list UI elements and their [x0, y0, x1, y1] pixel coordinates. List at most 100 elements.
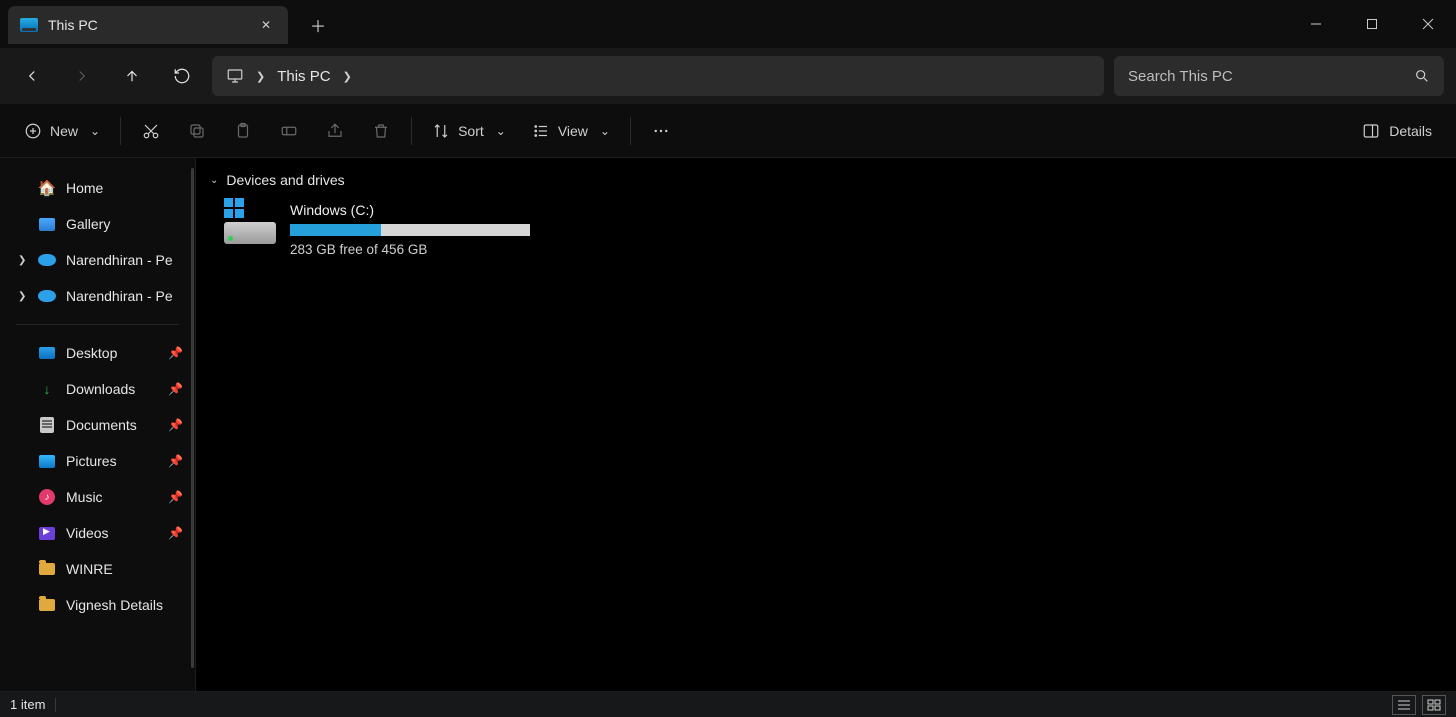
sidebar-item-label: Documents — [66, 417, 137, 433]
gallery-icon — [38, 215, 56, 233]
pin-icon: 📌 — [168, 490, 183, 504]
pin-icon: 📌 — [168, 454, 183, 468]
group-title: Devices and drives — [226, 172, 344, 188]
video-icon — [38, 524, 56, 542]
pin-icon: 📌 — [168, 526, 183, 540]
navigation-row: ❯ This PC ❯ Search This PC — [0, 48, 1456, 104]
chevron-right-icon[interactable]: ❯ — [18, 255, 26, 266]
close-window-button[interactable] — [1400, 0, 1456, 48]
item-count: 1 item — [10, 697, 45, 712]
sidebar-item-label: Narendhiran - Pe — [66, 252, 173, 268]
refresh-button[interactable] — [162, 56, 202, 96]
sort-button[interactable]: Sort — [422, 113, 516, 149]
this-pc-icon — [20, 18, 38, 32]
group-header[interactable]: ⌄ Devices and drives — [210, 168, 1442, 196]
desktop-icon — [38, 344, 56, 362]
more-button[interactable] — [641, 113, 681, 149]
pin-icon: 📌 — [168, 382, 183, 396]
details-pane-button[interactable]: Details — [1351, 113, 1442, 149]
download-icon: ↓ — [38, 380, 56, 398]
pin-icon: 📌 — [168, 346, 183, 360]
body-area: 🏠 Home Gallery ❯ Narendhiran - Pe ❯ Narendhira… — [0, 158, 1456, 691]
sidebar-item-desktop[interactable]: Desktop📌 — [4, 335, 191, 371]
address-bar[interactable]: ❯ This PC ❯ — [212, 56, 1104, 96]
copy-button[interactable] — [177, 113, 217, 149]
chevron-right-icon[interactable]: ❯ — [18, 291, 26, 302]
search-input[interactable]: Search This PC — [1114, 56, 1444, 96]
drive-item[interactable]: Windows (C:) 283 GB free of 456 GB — [210, 196, 550, 263]
navigation-sidebar[interactable]: 🏠 Home Gallery ❯ Narendhiran - Pe ❯ Narendhira… — [0, 158, 196, 691]
sidebar-item-label: Videos — [66, 525, 109, 541]
file-explorer-window: This PC ✕ ＋ — [0, 0, 1456, 717]
sidebar-item-label: Downloads — [66, 381, 135, 397]
chevron-right-icon[interactable]: ❯ — [256, 70, 265, 83]
sidebar-item-home[interactable]: 🏠 Home — [4, 170, 191, 206]
drive-free-text: 283 GB free of 456 GB — [290, 242, 530, 257]
drive-usage-bar — [290, 224, 530, 236]
sidebar-item-label: Vignesh Details — [66, 597, 163, 613]
sidebar-item-vignesh-details[interactable]: Vignesh Details — [4, 587, 191, 623]
sidebar-item-gallery[interactable]: Gallery — [4, 206, 191, 242]
sidebar-item-winre[interactable]: WINRE — [4, 551, 191, 587]
title-bar: This PC ✕ ＋ — [0, 0, 1456, 48]
new-button-label: New — [50, 123, 78, 139]
rename-button[interactable] — [269, 113, 309, 149]
sidebar-item-label: Pictures — [66, 453, 117, 469]
music-icon: ♪ — [38, 488, 56, 506]
sidebar-item-label: Narendhiran - Pe — [66, 288, 173, 304]
sidebar-item-documents[interactable]: Documents 📌 — [4, 407, 191, 443]
divider — [120, 117, 121, 145]
drive-icon — [224, 204, 276, 244]
view-button-label: View — [558, 123, 588, 139]
sidebar-item-label: Gallery — [66, 216, 110, 232]
divider — [630, 117, 631, 145]
pin-icon: 📌 — [168, 418, 183, 432]
share-button[interactable] — [315, 113, 355, 149]
maximize-button[interactable] — [1344, 0, 1400, 48]
folder-icon — [38, 596, 56, 614]
up-button[interactable] — [112, 56, 152, 96]
chevron-right-icon[interactable]: ❯ — [343, 70, 352, 83]
close-tab-button[interactable]: ✕ — [256, 15, 276, 35]
sidebar-separator — [16, 324, 179, 325]
drive-name: Windows (C:) — [290, 202, 530, 218]
folder-icon — [38, 560, 56, 578]
active-tab[interactable]: This PC ✕ — [8, 6, 288, 44]
paste-button[interactable] — [223, 113, 263, 149]
scrollbar-thumb[interactable] — [191, 168, 194, 668]
sidebar-item-narendhiran-pe[interactable]: ❯ Narendhiran - Pe — [4, 242, 191, 278]
pic-icon — [38, 452, 56, 470]
view-button[interactable]: View — [522, 113, 620, 149]
cut-button[interactable] — [131, 113, 171, 149]
search-placeholder: Search This PC — [1128, 68, 1233, 85]
sidebar-item-videos[interactable]: Videos 📌 — [4, 515, 191, 551]
new-button[interactable]: New — [14, 113, 110, 149]
window-controls — [1288, 0, 1456, 48]
sidebar-item-narendhiran-pe[interactable]: ❯ Narendhiran - Pe — [4, 278, 191, 314]
home-icon: 🏠 — [38, 179, 56, 197]
tab-title: This PC — [48, 17, 98, 33]
divider — [55, 698, 56, 712]
content-pane[interactable]: ⌄ Devices and drives Windows (C:) 283 GB … — [196, 158, 1456, 691]
command-toolbar: New — [0, 104, 1456, 158]
search-icon — [1414, 68, 1430, 84]
sidebar-item-pictures[interactable]: Pictures 📌 — [4, 443, 191, 479]
new-tab-button[interactable]: ＋ — [298, 6, 338, 44]
breadcrumb-segment[interactable]: This PC — [277, 68, 330, 85]
monitor-icon — [226, 67, 244, 85]
sidebar-item-label: Music — [66, 489, 103, 505]
sidebar-item-label: Home — [66, 180, 103, 196]
details-view-button[interactable] — [1392, 695, 1416, 715]
sidebar-item-music[interactable]: ♪ Music 📌 — [4, 479, 191, 515]
sidebar-item-downloads[interactable]: ↓ Downloads 📌 — [4, 371, 191, 407]
back-button[interactable] — [12, 56, 52, 96]
status-bar: 1 item — [0, 691, 1456, 717]
chevron-down-icon[interactable]: ⌄ — [210, 175, 218, 186]
delete-button[interactable] — [361, 113, 401, 149]
sort-button-label: Sort — [458, 123, 484, 139]
thumbnails-view-button[interactable] — [1422, 695, 1446, 715]
cloud-icon — [38, 287, 56, 305]
forward-button[interactable] — [62, 56, 102, 96]
minimize-button[interactable] — [1288, 0, 1344, 48]
breadcrumb-label: This PC — [277, 68, 330, 85]
